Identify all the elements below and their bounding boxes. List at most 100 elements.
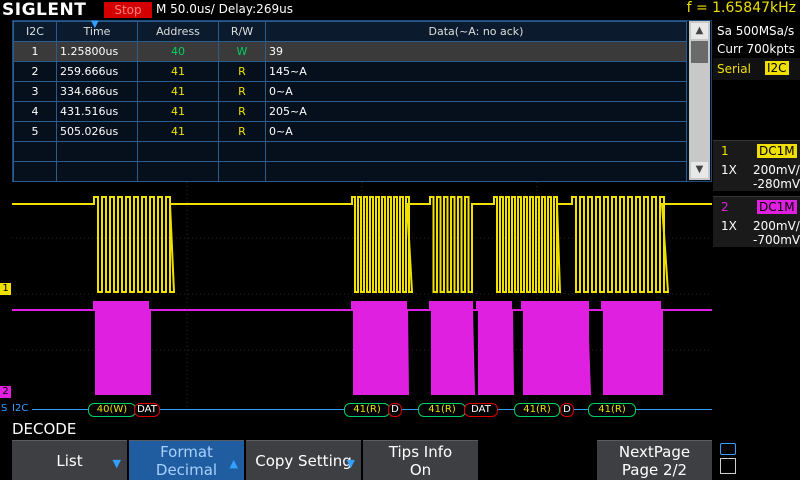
- brand-logo: SIGLENT: [2, 0, 87, 20]
- softkey-label: List: [56, 452, 83, 470]
- cell-time: 431.516us: [56, 101, 138, 122]
- col-header-address[interactable]: Address: [137, 21, 219, 42]
- softkey-label: Copy Setting: [255, 452, 352, 470]
- decode-table: I2C Time ▼ Address R/W Data(~A: no ack) …: [13, 19, 687, 182]
- trigger-source: I2C: [765, 61, 789, 75]
- softkey-label: Format: [160, 443, 213, 461]
- softkey-label: Tips Info: [388, 443, 453, 461]
- table-row[interactable]: 2 259.666us 41 R 145~A: [13, 61, 687, 82]
- table-row[interactable]: 5 505.026us 41 R 0~A: [13, 121, 687, 142]
- waveform-display[interactable]: [12, 182, 712, 408]
- softkey-label: NextPage: [618, 443, 691, 461]
- scroll-down-arrow-icon[interactable]: ▼: [691, 162, 708, 178]
- channel-1-probe: 1X: [721, 163, 737, 177]
- softkey-value: Decimal: [155, 461, 218, 479]
- col-header-rw[interactable]: R/W: [218, 21, 266, 42]
- decode-segment: 41(R): [514, 403, 560, 417]
- cell-index: 4: [13, 101, 57, 122]
- decode-segment: DAT: [134, 403, 160, 417]
- col-header-index[interactable]: I2C: [13, 21, 57, 42]
- run-state-badge[interactable]: Stop: [104, 2, 152, 18]
- cell-rw: R: [218, 81, 266, 102]
- cell-address: 41: [137, 81, 219, 102]
- cell-empty: [265, 161, 687, 182]
- cell-empty: [13, 141, 57, 162]
- softkey-3[interactable]: Copy Setting ▼: [246, 440, 361, 480]
- channel-1-number: 1: [721, 144, 729, 158]
- table-row[interactable]: 3 334.686us 41 R 0~A: [13, 81, 687, 102]
- network-status-icon: [716, 440, 746, 480]
- cell-empty: [56, 141, 138, 162]
- cell-time: 1.25800us: [56, 41, 138, 62]
- cell-rw: R: [218, 61, 266, 82]
- decode-bus-bar: S I2C 40(W) DAT 41(R) D 41(R) DAT 41(R) D 41(R): [0, 403, 713, 417]
- trigger-position-icon: ▼: [91, 19, 99, 30]
- cell-data: 0~A: [265, 81, 687, 102]
- channel-1-offset-marker[interactable]: 1: [0, 283, 11, 295]
- cell-data: 0~A: [265, 121, 687, 142]
- arrow-down-icon: ▼: [112, 457, 121, 470]
- serial-marker: S: [1, 403, 8, 414]
- cell-address: 40: [137, 41, 219, 62]
- channel-1-panel[interactable]: 1 DC1M 1X 200mV/ -280mV: [713, 140, 800, 191]
- decode-segment: 41(R): [588, 403, 636, 417]
- cell-empty: [265, 141, 687, 162]
- trigger-type: Serial: [717, 62, 751, 76]
- table-scrollbar[interactable]: ▲ ▼: [689, 21, 710, 180]
- arrow-down-icon: ▼: [346, 457, 355, 470]
- decode-segment: D: [560, 403, 574, 417]
- cell-empty: [56, 161, 138, 182]
- timebase-readout: M 50.0us/ Delay:269us: [156, 2, 293, 16]
- trigger-panel[interactable]: Serial I2C: [713, 58, 800, 80]
- scroll-up-arrow-icon[interactable]: ▲: [691, 23, 708, 39]
- cell-empty: [218, 161, 266, 182]
- softkey-2[interactable]: Format Decimal ▲: [129, 440, 244, 480]
- cell-rw: R: [218, 121, 266, 142]
- cell-empty: [137, 161, 219, 182]
- arrow-up-icon: ▲: [229, 457, 238, 470]
- softkey-value: Page 2/2: [621, 461, 688, 479]
- frequency-readout: f = 1.65847kHz: [686, 0, 796, 16]
- table-row[interactable]: 4 431.516us 41 R 205~A: [13, 101, 687, 122]
- decode-segment: D: [388, 403, 402, 417]
- memory-depth: Curr 700kpts: [717, 42, 795, 56]
- channel-2-offset-marker[interactable]: 2: [0, 386, 11, 398]
- cell-index: 2: [13, 61, 57, 82]
- cell-rw: R: [218, 101, 266, 122]
- col-header-data[interactable]: Data(~A: no ack): [265, 21, 687, 42]
- channel-1-waveform: [12, 196, 712, 293]
- table-row-empty: [13, 141, 687, 162]
- cell-empty: [13, 161, 57, 182]
- decode-segment: 40(W): [88, 403, 136, 417]
- channel-2-waveform: [12, 301, 712, 395]
- cell-address: 41: [137, 61, 219, 82]
- cell-index: 5: [13, 121, 57, 142]
- table-row-empty: [13, 161, 687, 182]
- cell-empty: [218, 141, 266, 162]
- scroll-thumb[interactable]: [691, 41, 708, 63]
- decode-bus-label: I2C: [12, 403, 29, 414]
- channel-2-scale: 200mV/: [753, 219, 800, 233]
- sample-rate: Sa 500MSa/s: [717, 24, 795, 38]
- cell-data: 39: [265, 41, 687, 62]
- channel-2-probe: 1X: [721, 219, 737, 233]
- channel-1-scale: 200mV/: [753, 163, 800, 177]
- cell-index: 3: [13, 81, 57, 102]
- cell-index: 1: [13, 41, 57, 62]
- channel-2-panel[interactable]: 2 DC1M 1X 200mV/ -700mV: [713, 196, 800, 247]
- softkey-5[interactable]: NextPage Page 2/2: [597, 440, 712, 480]
- decode-segment: DAT: [464, 403, 498, 417]
- col-header-time[interactable]: Time ▼: [56, 19, 138, 42]
- softkey-1[interactable]: List ▼: [12, 440, 127, 480]
- channel-2-coupling: DC1M: [757, 200, 797, 214]
- cell-time: 505.026us: [56, 121, 138, 142]
- channel-2-number: 2: [721, 200, 729, 214]
- softkey-4[interactable]: Tips Info On: [363, 440, 478, 480]
- usb-icon: [720, 443, 736, 455]
- channel-1-coupling: DC1M: [757, 144, 797, 158]
- lan-icon: [720, 458, 736, 474]
- cell-address: 41: [137, 121, 219, 142]
- cell-data: 145~A: [265, 61, 687, 82]
- table-row[interactable]: 1 1.25800us 40 W 39: [13, 41, 687, 62]
- decode-table-panel: I2C Time ▼ Address R/W Data(~A: no ack) …: [12, 19, 712, 182]
